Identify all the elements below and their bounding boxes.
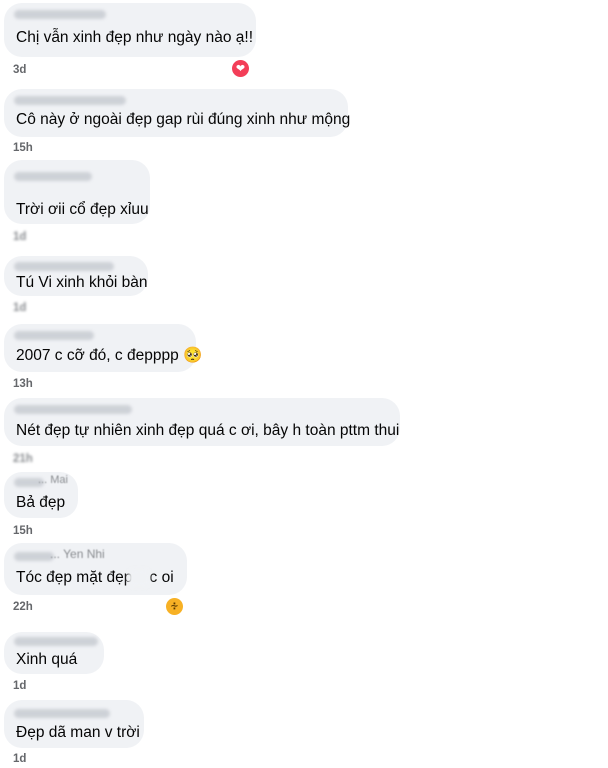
comment-bubble[interactable]: Trời ơii cổ đẹp xỉuu xyxy=(4,160,150,224)
comment-timestamp[interactable]: 3d xyxy=(13,64,26,76)
comment-bubble[interactable]: Cô này ở ngoài đẹp gap rùi đúng xinh như… xyxy=(4,89,351,137)
comment-timestamp[interactable]: 15h xyxy=(13,142,33,154)
love-icon[interactable]: ❤ xyxy=(232,60,249,77)
comment-text: Tóc đẹp mặt đẹp... c oi xyxy=(16,569,174,586)
blur-patch xyxy=(128,569,150,587)
comment-text: 2007 c cỡ đó, c đepppp 🥺 xyxy=(16,347,203,364)
comment-text: Nét đẹp tự nhiên xinh đẹp quá c ơi, bây … xyxy=(16,422,400,439)
comment-bubble[interactable]: Xinh quá xyxy=(4,632,104,674)
comment-timestamp[interactable]: 13h xyxy=(13,378,33,390)
comment-timestamp[interactable]: 1d xyxy=(13,302,26,314)
commenter-name-blurred[interactable] xyxy=(14,637,98,646)
haha-icon[interactable]: ∻ xyxy=(166,598,183,615)
commenter-name-blurred[interactable] xyxy=(14,96,126,105)
comment-text: Tú Vi xinh khỏi bàn xyxy=(16,274,148,291)
comment-timestamp[interactable]: 22h xyxy=(13,601,33,613)
comment-text: Đẹp dã man v trời xyxy=(16,724,140,741)
comment-bubble[interactable]: Tú Vi xinh khỏi bàn xyxy=(4,256,148,296)
comment-timestamp[interactable]: 1d xyxy=(13,680,26,692)
comment-bubble[interactable]: ... Yen Nhi Tóc đẹp mặt đẹp... c oi xyxy=(4,543,187,595)
commenter-name[interactable]: ... Yen Nhi xyxy=(50,547,105,561)
commenter-name-blurred[interactable] xyxy=(14,262,114,271)
comment-bubble[interactable]: Chị vẫn xinh đẹp như ngày nào ạ!! xyxy=(4,3,256,57)
commenter-name-blurred[interactable] xyxy=(14,709,110,718)
commenter-name-blurred[interactable] xyxy=(14,405,132,414)
comment-timestamp[interactable]: 15h xyxy=(13,525,33,537)
commenter-name-blurred[interactable] xyxy=(14,172,92,181)
comment-bubble[interactable]: Đẹp dã man v trời xyxy=(4,700,144,748)
comment-bubble[interactable]: Nét đẹp tự nhiên xinh đẹp quá c ơi, bây … xyxy=(4,398,400,446)
commenter-name-blurred[interactable] xyxy=(14,10,106,19)
commenter-name-blurred[interactable] xyxy=(14,552,54,561)
comment-text: Xinh quá xyxy=(16,651,78,668)
comment-text: Bả đẹp xyxy=(16,494,66,511)
comment-text: Chị vẫn xinh đẹp như ngày nào ạ!! xyxy=(16,29,254,46)
comment-bubble[interactable]: ... Mai Bả đẹp xyxy=(4,472,78,518)
comment-bubble[interactable]: 2007 c cỡ đó, c đepppp 🥺 xyxy=(4,324,202,372)
comment-timestamp[interactable]: 1d xyxy=(13,753,26,765)
comment-text: Cô này ở ngoài đẹp gap rùi đúng xinh như… xyxy=(16,111,351,128)
commenter-name[interactable]: ... Mai xyxy=(38,474,68,486)
commenter-name-blurred[interactable] xyxy=(14,331,94,340)
comment-text: Trời ơii cổ đẹp xỉuu xyxy=(16,201,149,218)
comment-timestamp[interactable]: 1d xyxy=(13,231,26,243)
comment-timestamp[interactable]: 21h xyxy=(13,453,33,465)
